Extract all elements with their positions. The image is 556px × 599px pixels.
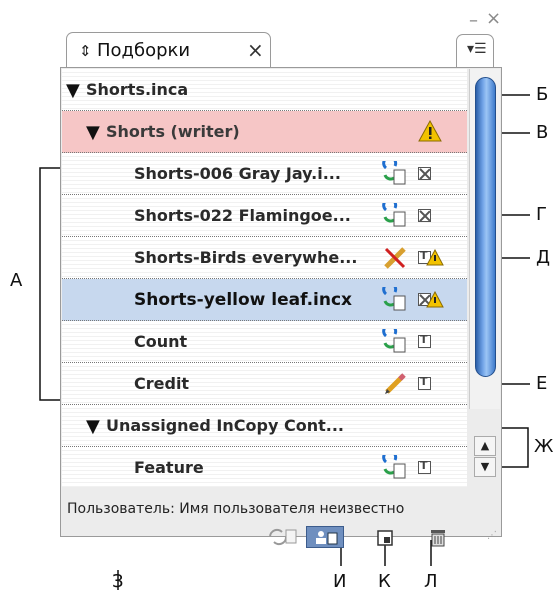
panel-menu-button[interactable]: ▾☰ <box>456 34 494 68</box>
list-item-story[interactable]: Feature <box>62 447 467 487</box>
unavailable-content-icon <box>418 167 431 180</box>
list-item-story[interactable]: Count <box>62 321 467 363</box>
incopy-icon <box>382 203 406 227</box>
callout-z: З <box>112 571 124 592</box>
user-status-line: Пользователь: Имя пользователя неизвестн… <box>67 501 405 517</box>
edit-pencil-icon <box>385 373 406 394</box>
callout-l: Л <box>424 571 438 592</box>
unavailable-content-icon <box>418 209 431 222</box>
expand-triangle-icon[interactable]: ▼ <box>66 80 80 101</box>
list-item-assignment[interactable]: ▼ Shorts (writer) <box>62 111 467 153</box>
list-item-document[interactable]: ▼ Shorts.inca <box>62 69 467 111</box>
close-panel-icon[interactable]: × <box>486 10 501 28</box>
list-item-label: Unassigned InCopy Cont... <box>106 416 344 435</box>
text-frame-icon <box>418 459 431 474</box>
tab-toggle-icon[interactable]: ⇕ <box>79 42 92 60</box>
warning-icon <box>418 119 442 142</box>
assignments-panel: – × ⇕ Подборки × ▾☰ ▼ Shorts.inca ▼ Shor… <box>58 10 502 555</box>
expand-triangle-icon[interactable]: ▼ <box>86 122 100 143</box>
list-item-story[interactable]: Shorts-006 Gray Jay.i... <box>62 153 467 195</box>
check-out-icon <box>316 531 338 545</box>
callout-e: Е <box>536 373 548 394</box>
expand-triangle-icon[interactable]: ▼ <box>86 416 100 437</box>
trash-icon[interactable] <box>429 526 447 548</box>
callout-g: Г <box>536 204 547 225</box>
callout-v: В <box>536 122 549 143</box>
text-frame-icon <box>418 375 431 390</box>
incopy-icon <box>382 455 406 479</box>
callout-d: Д <box>536 247 551 268</box>
minimize-icon[interactable]: – <box>469 12 478 30</box>
panel-body: ▼ Shorts.inca ▼ Shorts (writer) Shorts-0… <box>60 67 502 548</box>
scroll-down-arrow-icon[interactable]: ▼ <box>474 457 496 477</box>
list-item-label: Credit <box>134 374 190 393</box>
callout-zh: Ж <box>534 436 554 457</box>
list-item-label: Shorts-Birds everywhe... <box>134 248 358 267</box>
panel-tab[interactable]: ⇕ Подборки × <box>66 32 271 68</box>
list-item-label: Count <box>134 332 188 351</box>
list-item-label: Shorts-006 Gray Jay.i... <box>134 164 341 183</box>
list-item-label: Shorts-yellow leaf.incx <box>134 290 353 310</box>
checked-out-by-other-icon <box>384 247 406 269</box>
incopy-icon <box>382 161 406 185</box>
sync-button[interactable] <box>264 526 298 548</box>
tab-close-icon[interactable]: × <box>247 38 264 62</box>
scrollbar-thumb[interactable] <box>475 77 496 377</box>
list-item-label: Shorts-022 Flamingoe... <box>134 206 351 225</box>
list-item-group[interactable]: ▼ Unassigned InCopy Cont... <box>62 405 467 447</box>
check-out-button[interactable] <box>306 526 344 548</box>
list-item-label: Shorts (writer) <box>106 122 240 141</box>
resize-grip-icon[interactable]: ⋰ <box>487 530 497 541</box>
callout-k: К <box>378 571 391 592</box>
list-item-label: Feature <box>134 458 204 477</box>
list-item-story[interactable]: Shorts-Birds everywhe... <box>62 237 467 279</box>
callout-b: Б <box>536 84 549 105</box>
new-assignment-button[interactable] <box>376 526 394 548</box>
scroll-up-arrow-icon[interactable]: ▲ <box>474 436 496 456</box>
assignments-list: ▼ Shorts.inca ▼ Shorts (writer) Shorts-0… <box>62 69 467 487</box>
list-item-story-selected[interactable]: Shorts-yellow leaf.incx <box>62 279 467 321</box>
warning-icon <box>426 291 444 308</box>
warning-icon <box>426 249 444 266</box>
incopy-icon <box>382 329 406 353</box>
text-frame-icon <box>418 333 431 348</box>
callout-a: А <box>10 270 23 291</box>
panel-menu-icon: ▾☰ <box>467 41 487 57</box>
vertical-scrollbar[interactable] <box>469 69 500 409</box>
list-item-story[interactable]: Credit <box>62 363 467 405</box>
incopy-icon <box>382 287 406 311</box>
callout-i: И <box>333 571 347 592</box>
list-item-label: Shorts.inca <box>86 80 189 99</box>
list-item-story[interactable]: Shorts-022 Flamingoe... <box>62 195 467 237</box>
panel-title: Подборки <box>97 40 191 61</box>
